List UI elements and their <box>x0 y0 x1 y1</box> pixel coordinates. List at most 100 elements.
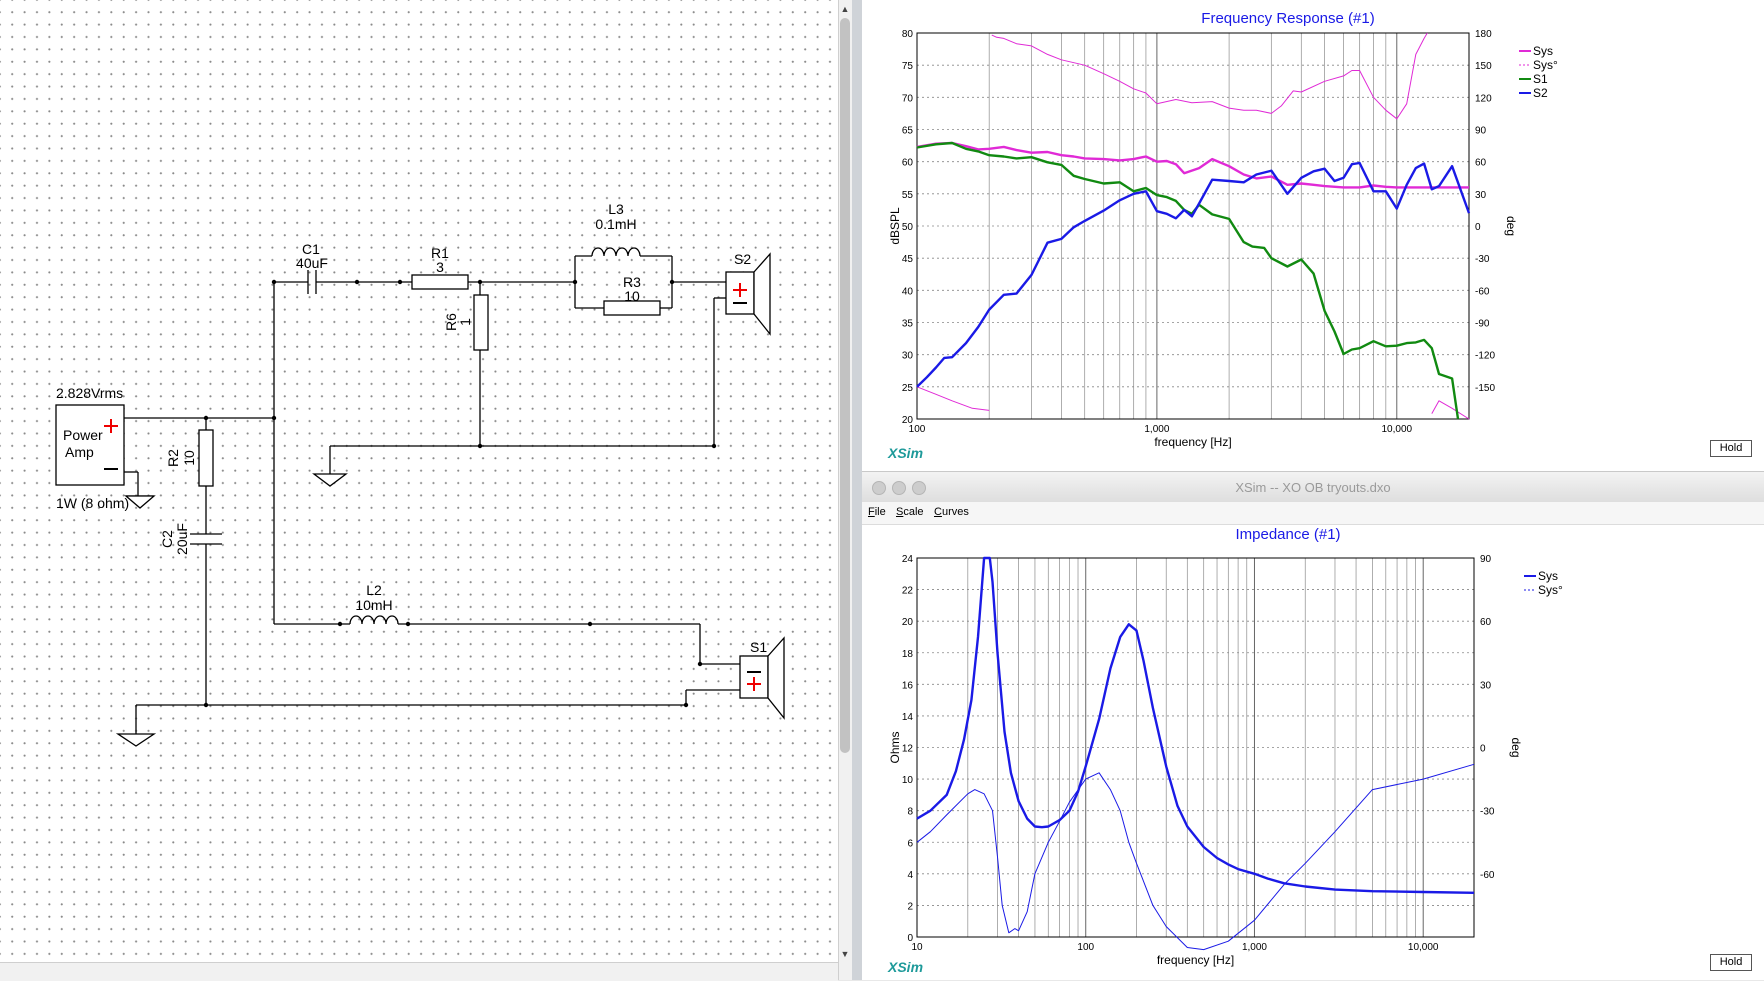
legend-label: Sys <box>1533 44 1553 58</box>
y2-tick-label: 90 <box>1475 126 1487 137</box>
l2-value: 10mH <box>355 597 392 613</box>
y-tick-label: 65 <box>902 126 914 137</box>
y2-tick-label: 120 <box>1475 93 1492 104</box>
r3-value: 10 <box>624 288 640 304</box>
x-tick-label: 1,000 <box>1242 942 1267 953</box>
y-tick-label: 30 <box>902 351 914 362</box>
x-tick-label: 10,000 <box>1381 424 1412 435</box>
inductor-l3[interactable] <box>591 247 641 257</box>
grid <box>916 557 1475 938</box>
vertical-scrollbar-thumb[interactable] <box>840 18 850 753</box>
y-tick-label: 75 <box>902 61 914 72</box>
x-tick-label: 10,000 <box>1408 942 1439 953</box>
y-tick-label: 40 <box>902 286 914 297</box>
y2-tick-label: 0 <box>1480 744 1486 755</box>
x-tick-label: 100 <box>1077 942 1094 953</box>
y-tick-label: 70 <box>902 93 914 104</box>
frequency-response-chart: 8075706560555045403530252018015012090603… <box>888 29 1558 449</box>
r1-value: 3 <box>436 259 444 275</box>
y-tick-label: 60 <box>902 158 914 169</box>
c2-name: C2 <box>159 530 175 548</box>
x-tick-label: 1,000 <box>1144 424 1169 435</box>
y2-tick-label: -60 <box>1475 286 1490 297</box>
y-tick-label: 25 <box>902 383 914 394</box>
y-tick-label: 50 <box>902 222 914 233</box>
y-tick-label: 10 <box>902 775 914 786</box>
r2-value: 10 <box>181 450 197 466</box>
y2-tick-label: -30 <box>1475 254 1490 265</box>
y2-tick-label: -60 <box>1480 870 1495 881</box>
schematic-drawing: 2.828Vrms Power Amp 1W (8 ohm) C1 40uF R… <box>55 201 785 747</box>
c1-value: 40uF <box>296 255 328 271</box>
l3-value: 0.1mH <box>595 216 636 232</box>
c2-value: 20uF <box>174 523 190 555</box>
y-tick-label: 20 <box>902 617 914 628</box>
y-tick-label: 35 <box>902 319 914 330</box>
y2-tick-label: 30 <box>1480 680 1492 691</box>
y-axis-label: dBSPL <box>888 207 902 245</box>
legend-label: Sys <box>1538 569 1558 583</box>
hold-button[interactable]: Hold <box>1710 954 1752 971</box>
y-tick-label: 6 <box>907 838 913 849</box>
schematic-canvas[interactable]: 2.828Vrms Power Amp 1W (8 ohm) C1 40uF R… <box>0 0 847 980</box>
window-divider <box>852 0 862 980</box>
impedance-chart: 2422201816141210864209060300-30-6010 100 1… <box>888 554 1563 967</box>
grid <box>916 32 1470 420</box>
y-tick-label: 4 <box>907 870 913 881</box>
resistor-r1[interactable] <box>411 274 469 290</box>
resistor-r6[interactable] <box>473 294 489 351</box>
y2-tick-label: 0 <box>1475 222 1481 233</box>
y-tick-label: 12 <box>902 744 914 755</box>
legend-label: Sys° <box>1538 583 1563 597</box>
y2-tick-label: 150 <box>1475 61 1492 72</box>
y2-tick-label: -150 <box>1475 383 1495 394</box>
y-tick-label: 2 <box>907 901 913 912</box>
plot-frame <box>916 557 1475 938</box>
y2-tick-label: -120 <box>1475 351 1495 362</box>
impedance-window: XSim -- XO OB tryouts.dxo File Scale Cur… <box>862 471 1764 980</box>
y-tick-label: 45 <box>902 254 914 265</box>
x-axis-label: frequency [Hz] <box>1157 953 1234 967</box>
y2-tick-label: 60 <box>1480 617 1492 628</box>
y-tick-label: 16 <box>902 680 914 691</box>
x-tick-label: 10 <box>911 942 923 953</box>
amp-voltage-label: 2.828Vrms <box>56 385 123 401</box>
legend-label: S2 <box>1533 86 1548 100</box>
x-tick-label: 100 <box>909 424 926 435</box>
resistor-r2[interactable] <box>198 429 214 487</box>
y-tick-label: 55 <box>902 190 914 201</box>
s1-name: S1 <box>750 639 767 655</box>
s2-name: S2 <box>734 251 751 267</box>
l2-name: L2 <box>366 582 382 598</box>
scroll-up-icon[interactable]: ▲ <box>839 2 851 16</box>
scroll-down-icon[interactable]: ▼ <box>839 947 851 961</box>
y2-tick-label: 60 <box>1475 158 1487 169</box>
y2-tick-label: -90 <box>1475 319 1490 330</box>
amp-name-label: Power <box>63 427 103 443</box>
series-line-sys-phase <box>916 763 1475 951</box>
inductor-l2[interactable] <box>349 615 399 625</box>
xsim-logo: XSim <box>888 445 924 461</box>
r2-name: R2 <box>165 449 181 467</box>
r6-value: 1 <box>457 318 473 326</box>
amp-power-label: 1W (8 ohm) <box>56 495 129 511</box>
horizontal-scrollbar[interactable] <box>0 962 838 981</box>
series-line-s1 <box>916 141 1460 420</box>
y-tick-label: 14 <box>902 712 914 723</box>
hold-button[interactable]: Hold <box>1710 440 1752 457</box>
y-tick-label: 22 <box>902 586 914 597</box>
y-tick-label: 24 <box>902 554 914 565</box>
y2-axis-label: deg <box>1504 216 1518 236</box>
y-tick-label: 8 <box>907 807 913 818</box>
y-tick-label: 18 <box>902 649 914 660</box>
y2-tick-label: -30 <box>1480 807 1495 818</box>
y-axis-label: Ohms <box>888 731 902 763</box>
l3-name: L3 <box>608 201 624 217</box>
x-axis-label: frequency [Hz] <box>1154 435 1231 449</box>
amp-name-label: Amp <box>65 444 94 460</box>
y2-tick-label: 180 <box>1475 29 1492 40</box>
series-line-sys <box>916 556 1475 894</box>
frequency-response-window: Frequency Response (#1) 80 75 70 65 60 55 50 45… <box>862 0 1764 471</box>
y2-tick-label: 30 <box>1475 190 1487 201</box>
xsim-logo: XSim <box>888 959 924 975</box>
